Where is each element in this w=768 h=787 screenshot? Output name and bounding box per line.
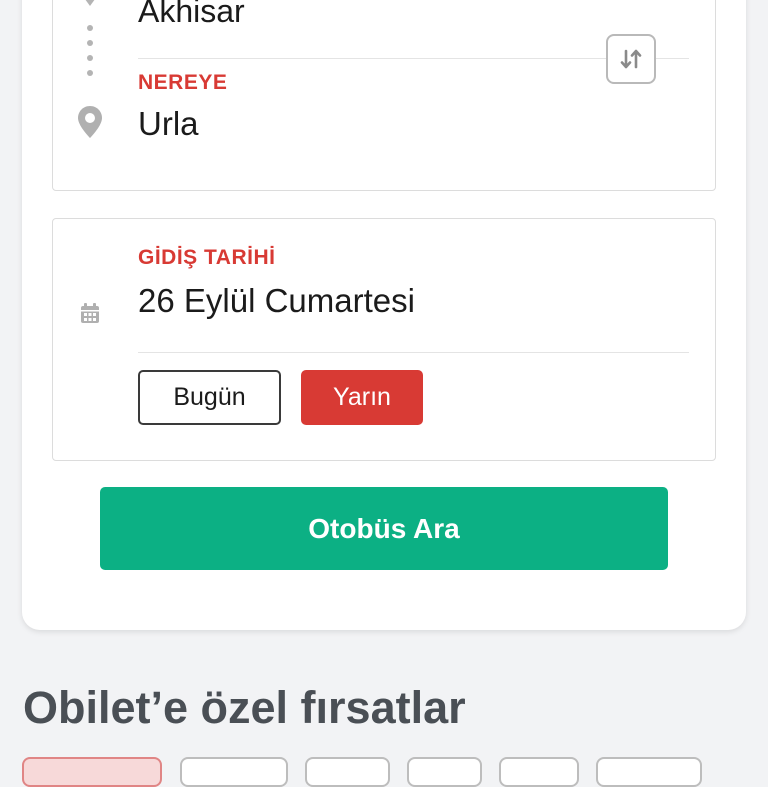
deals-title: Obilet’e özel fırsatlar xyxy=(23,682,466,733)
deal-chip[interactable] xyxy=(499,757,579,787)
tomorrow-button[interactable]: Yarın xyxy=(301,370,423,425)
departure-date-label: GİDİŞ TARİHİ xyxy=(138,246,276,269)
destination-label: NEREYE xyxy=(138,71,228,94)
deal-chip[interactable] xyxy=(407,757,482,787)
deal-chip[interactable] xyxy=(22,757,162,787)
destination-value[interactable]: Urla xyxy=(138,105,199,143)
origin-value[interactable]: Akhisar xyxy=(138,0,245,30)
deal-chip[interactable] xyxy=(305,757,390,787)
origin-pin-icon xyxy=(85,0,95,6)
deal-chip[interactable] xyxy=(596,757,702,787)
date-divider xyxy=(138,352,689,353)
departure-date-value[interactable]: 26 Eylül Cumartesi xyxy=(138,282,415,320)
route-dots xyxy=(87,25,93,77)
route-card: Akhisar NEREYE Urla xyxy=(52,0,716,191)
calendar-icon xyxy=(81,303,99,323)
deal-chip[interactable] xyxy=(180,757,288,787)
swap-button[interactable] xyxy=(606,34,656,84)
destination-pin-icon xyxy=(78,106,102,138)
today-button[interactable]: Bugün xyxy=(138,370,281,425)
search-bus-button[interactable]: Otobüs Ara xyxy=(100,487,668,570)
date-card: GİDİŞ TARİHİ 26 Eylül Cumartesi Bugün Ya… xyxy=(52,218,716,461)
swap-vertical-icon xyxy=(620,49,642,69)
